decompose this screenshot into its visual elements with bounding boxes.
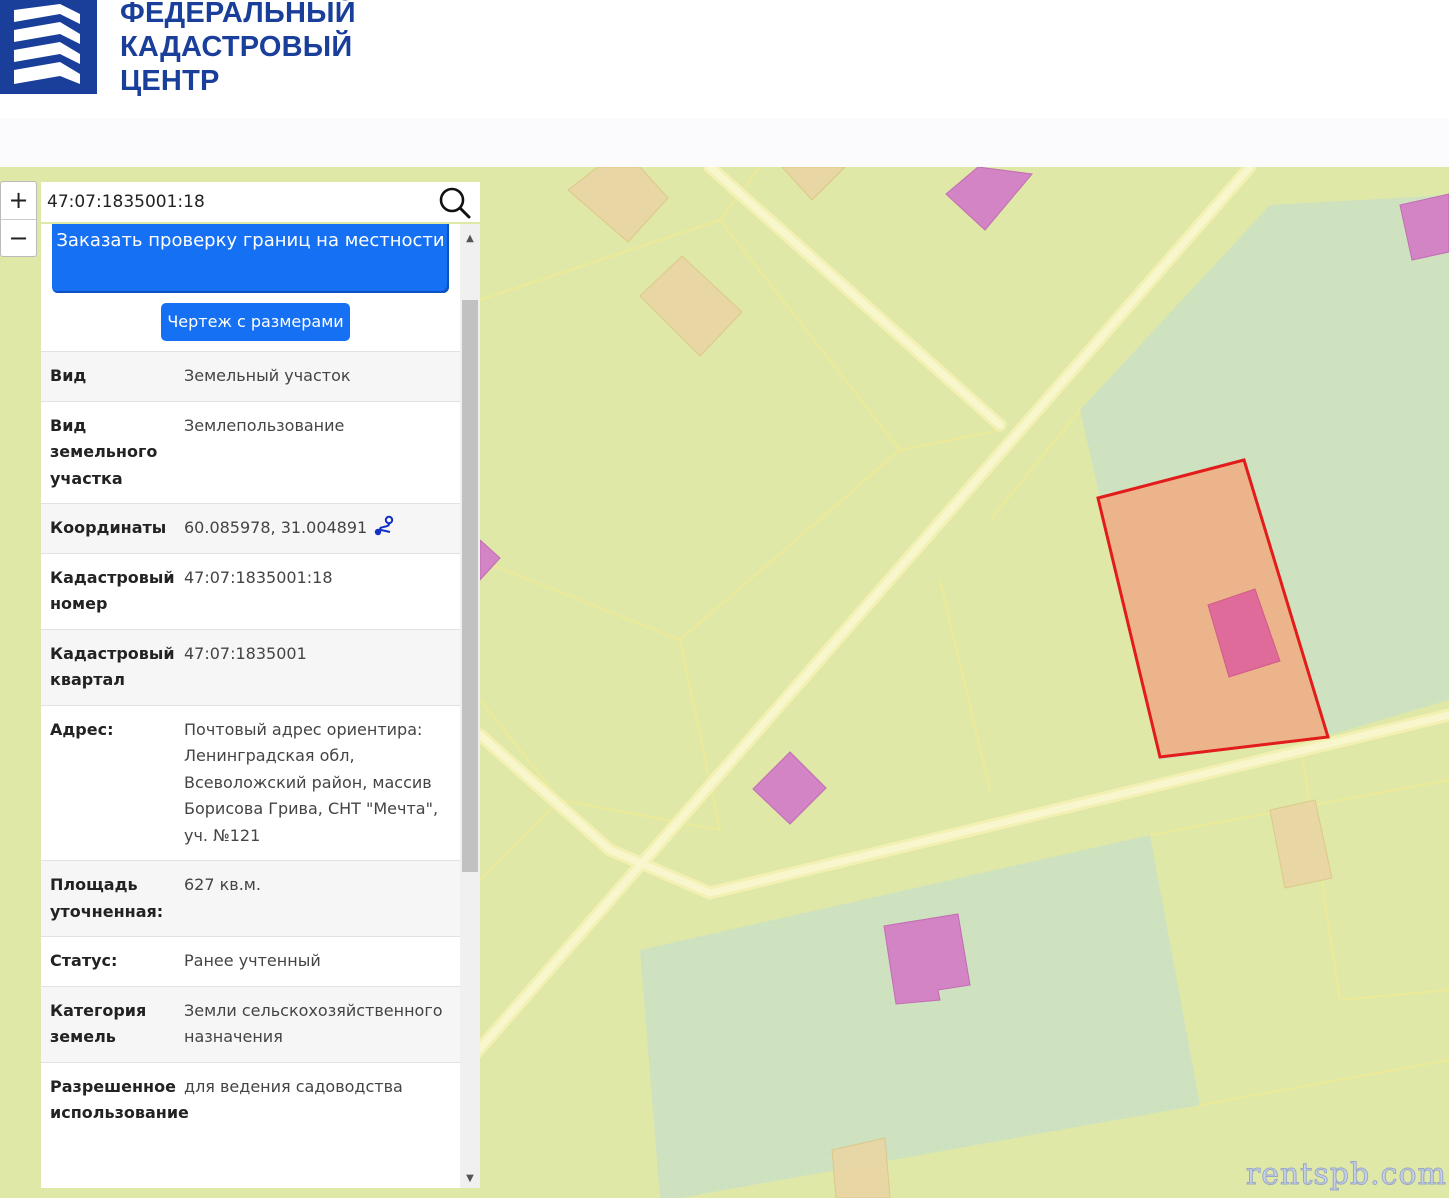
attribute-row: Площадь уточненная: 627 кв.м. — [41, 860, 460, 936]
drawing-with-dimensions-button[interactable]: Чертеж с размерами — [161, 303, 350, 341]
coordinates-value-cell: 60.085978, 31.004891 — [175, 504, 460, 553]
watermark-text: rentspb.com — [1245, 1157, 1447, 1193]
attribute-label: Кадастровый квартал — [50, 643, 175, 690]
attribute-row: Координаты 60.085978, 31.004891 — [41, 503, 460, 553]
attribute-value: для ведения садоводства — [184, 1076, 403, 1096]
attribute-label: Площадь уточненная: — [50, 875, 164, 921]
attribute-value: Почтовый адрес ориентира: Ленинградская … — [184, 719, 439, 845]
site-header: ФЕДЕРАЛЬНЫЙ КАДАСТРОВЫЙ ЦЕНТР — [0, 0, 1449, 118]
attribute-value: Землепользование — [184, 415, 345, 435]
zoom-control: + − — [0, 181, 37, 257]
zoom-in-button[interactable]: + — [1, 182, 36, 220]
attribute-row: Разрешенное использование для ведения са… — [41, 1061, 460, 1138]
attribute-value: Земли сельскохозяйственного назначения — [184, 1000, 443, 1047]
logo-text: ФЕДЕРАЛЬНЫЙ КАДАСТРОВЫЙ ЦЕНТР — [120, 0, 356, 98]
search-icon[interactable] — [438, 186, 472, 220]
attribute-label: Категория земель — [50, 1000, 147, 1047]
attribute-label: Кадастровый номер — [50, 567, 175, 614]
search-input[interactable] — [41, 182, 427, 222]
attribute-label: Вид земельного участка — [50, 415, 158, 488]
cadastral-search — [41, 182, 480, 222]
scroll-up-arrow-icon[interactable]: ▲ — [460, 230, 480, 248]
scroll-down-arrow-icon[interactable]: ▼ — [460, 1170, 480, 1188]
attribute-row: Кадастровый номер 47:07:1835001:18 — [41, 552, 460, 629]
nav-bar — [0, 118, 1449, 167]
parcel-info-panel: Заказать проверку границ на местности Че… — [41, 224, 480, 1188]
attribute-label: Статус: — [50, 951, 118, 970]
attribute-row: Вид Земельный участок — [41, 351, 460, 401]
attribute-row: Вид земельного участка Землепользование — [41, 400, 460, 504]
logo-line-1: ФЕДЕРАЛЬНЫЙ — [120, 0, 356, 29]
logo-line-3: ЦЕНТР — [120, 65, 220, 97]
route-icon[interactable] — [373, 515, 395, 537]
attribute-label: Вид — [50, 366, 87, 385]
order-boundary-check-button[interactable]: Заказать проверку границ на местности — [52, 224, 449, 293]
attribute-value: Земельный участок — [184, 366, 351, 385]
logo-line-2: КАДАСТРОВЫЙ — [120, 31, 353, 63]
attribute-value: 627 кв.м. — [184, 875, 261, 894]
coordinates-value: 60.085978, 31.004891 — [184, 518, 368, 537]
logo-icon[interactable] — [0, 0, 97, 94]
attribute-label: Адрес: — [50, 719, 114, 739]
parcel-attributes: Вид Земельный участок Вид земельного уча… — [41, 351, 460, 1138]
attribute-value: 47:07:1835001:18 — [184, 567, 333, 587]
attribute-row: Статус: Ранее учтенный — [41, 936, 460, 986]
attribute-row: Адрес: Почтовый адрес ориентира: Ленингр… — [41, 704, 460, 861]
panel-scrollbar[interactable]: ▲ ▼ — [460, 224, 480, 1188]
attribute-label: Координаты — [50, 518, 167, 537]
zoom-out-button[interactable]: − — [1, 220, 36, 257]
attribute-row: Кадастровый квартал 47:07:1835001 — [41, 628, 460, 705]
attribute-label: Разрешенное использование — [50, 1076, 189, 1123]
attribute-value: Ранее учтенный — [184, 951, 321, 970]
attribute-value: 47:07:1835001 — [184, 643, 307, 663]
attribute-row: Категория земель Земли сельскохозяйствен… — [41, 985, 460, 1062]
scrollbar-thumb[interactable] — [462, 300, 478, 872]
